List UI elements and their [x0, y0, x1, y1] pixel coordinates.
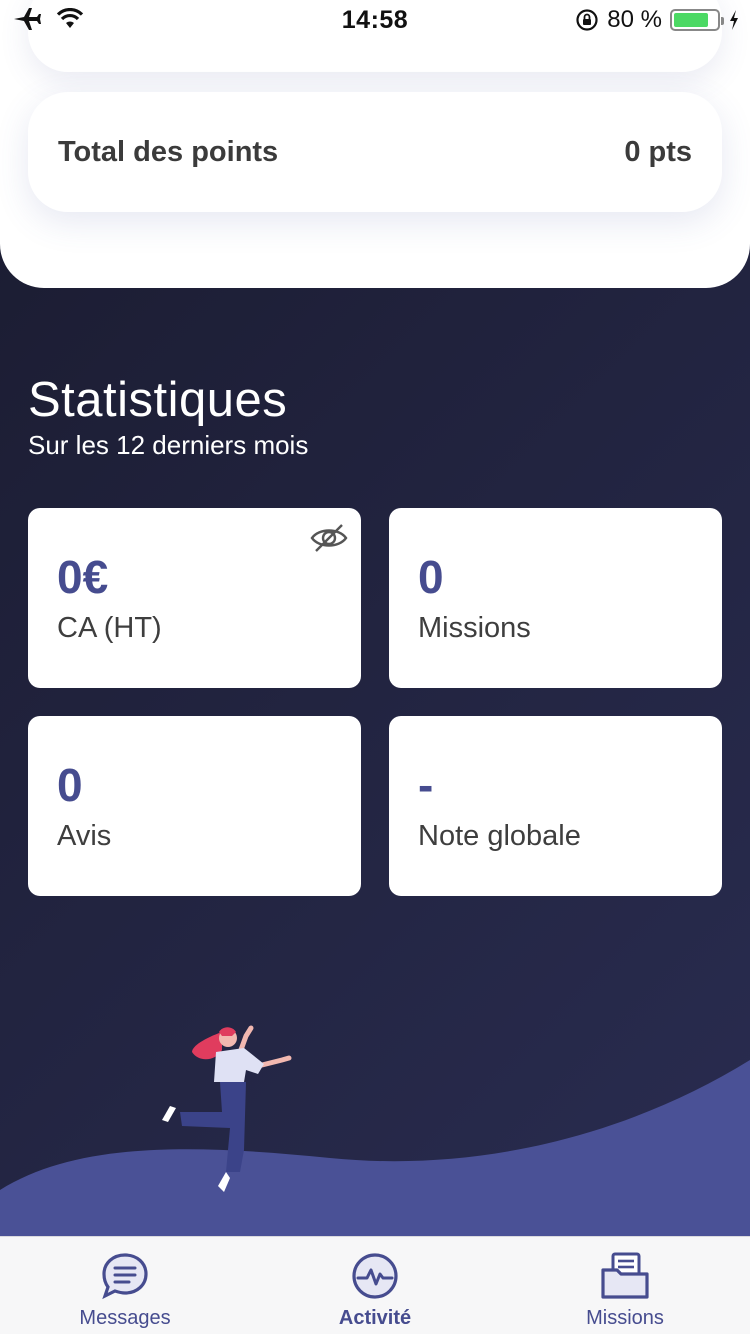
- activity-pulse-icon: [352, 1253, 398, 1299]
- overall-rating-card[interactable]: - Note globale: [389, 716, 722, 896]
- revenue-value: 0€: [57, 551, 109, 603]
- reviews-value: 0: [57, 759, 83, 811]
- revenue-card[interactable]: 0€ CA (HT): [28, 508, 361, 688]
- tab-bar: Messages Activité Missions: [0, 1236, 750, 1334]
- top-sheet: Total des points 0 pts: [0, 0, 750, 288]
- missions-card[interactable]: 0 Missions: [389, 508, 722, 688]
- dancing-person-illustration: [0, 1025, 750, 1240]
- folder-icon: [601, 1252, 649, 1299]
- total-points-label: Total des points: [58, 135, 279, 168]
- tab-messages[interactable]: Messages: [0, 1237, 250, 1334]
- reviews-card[interactable]: 0 Avis: [28, 716, 361, 896]
- revenue-label: CA (HT): [57, 612, 162, 644]
- statistics-subtitle: Sur les 12 derniers mois: [28, 430, 309, 460]
- orientation-lock-icon: [576, 9, 598, 31]
- battery-icon: [670, 9, 724, 31]
- statistics-title: Statistiques: [28, 373, 288, 427]
- tab-messages-label: Messages: [79, 1307, 171, 1329]
- missions-label: Missions: [418, 612, 531, 644]
- total-points-value: 0 pts: [624, 135, 692, 168]
- tab-activity-label: Activité: [338, 1307, 412, 1329]
- tab-missions-label: Missions: [586, 1307, 664, 1329]
- total-points-card[interactable]: Total des points 0 pts: [28, 92, 722, 212]
- reviews-label: Avis: [57, 820, 112, 852]
- tab-missions[interactable]: Missions: [500, 1237, 750, 1334]
- eye-slash-icon[interactable]: [309, 520, 349, 556]
- status-bar: 14:58 80 %: [0, 0, 750, 40]
- overall-rating-value: -: [418, 759, 434, 811]
- charging-icon: [730, 10, 738, 30]
- tab-activity[interactable]: Activité: [250, 1237, 500, 1334]
- chat-bubble-icon: [102, 1253, 148, 1300]
- battery-percentage: 80 %: [607, 6, 662, 33]
- overall-rating-label: Note globale: [418, 820, 581, 852]
- missions-value: 0: [418, 551, 444, 603]
